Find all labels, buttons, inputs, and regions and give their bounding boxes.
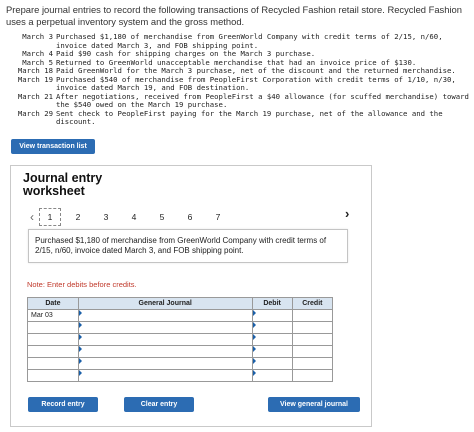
header-general-journal: General Journal [77, 297, 253, 310]
tab-6[interactable]: 6 [179, 208, 201, 226]
debit-input[interactable] [251, 357, 293, 370]
input-marker-icon [252, 322, 256, 328]
clear-entry-button[interactable]: Clear entry [124, 397, 194, 412]
transaction-text: After negotiations, received from People… [56, 91, 469, 109]
chevron-left-icon[interactable]: ‹ [25, 210, 39, 224]
debit-input[interactable] [251, 369, 293, 382]
transaction-row: March 19 Purchased $540 of merchandise f… [6, 74, 472, 93]
record-entry-button[interactable]: Record entry [28, 397, 98, 412]
account-select[interactable] [77, 357, 253, 370]
debit-input[interactable] [251, 309, 293, 322]
transaction-row: March 21 After negotiations, received fr… [6, 91, 472, 110]
tab-2[interactable]: 2 [67, 208, 89, 226]
date-cell [27, 369, 79, 382]
table-row [27, 333, 334, 346]
transaction-text: Purchased $540 of merchandise from Peopl… [56, 74, 456, 92]
table-header-row: Date General Journal Debit Credit [27, 297, 334, 310]
tab-4[interactable]: 4 [123, 208, 145, 226]
credit-input[interactable] [291, 333, 334, 346]
view-transaction-list-button[interactable]: View transaction list [11, 139, 95, 154]
chevron-right-icon[interactable]: › [345, 206, 349, 221]
transaction-date: March 19 [17, 74, 53, 84]
input-marker-icon [252, 358, 256, 364]
dropdown-marker-icon [78, 370, 82, 376]
credit-input[interactable] [291, 357, 334, 370]
table-row [27, 345, 334, 358]
account-select[interactable] [77, 321, 253, 334]
tab-7[interactable]: 7 [207, 208, 229, 226]
table-row [27, 357, 334, 370]
credit-input[interactable] [291, 321, 334, 334]
debits-note: Note: Enter debits before credits. [27, 280, 137, 289]
account-select[interactable] [77, 309, 253, 322]
worksheet-title: Journal entry worksheet [23, 171, 103, 198]
date-cell [27, 345, 79, 358]
debit-input[interactable] [251, 321, 293, 334]
transaction-row: March 29 Sent check to PeopleFirst payin… [6, 108, 472, 127]
date-cell [27, 333, 79, 346]
table-row [27, 369, 334, 382]
transaction-row: March 3 Purchased $1,180 of merchandise … [6, 32, 472, 50]
tab-1[interactable]: 1 [39, 208, 61, 226]
view-general-journal-button[interactable]: View general journal [268, 397, 360, 412]
tab-5[interactable]: 5 [151, 208, 173, 226]
credit-input[interactable] [291, 345, 334, 358]
account-select[interactable] [77, 333, 253, 346]
dropdown-marker-icon [78, 358, 82, 364]
input-marker-icon [252, 346, 256, 352]
dropdown-marker-icon [78, 310, 82, 316]
header-date: Date [27, 297, 79, 310]
dropdown-marker-icon [78, 334, 82, 340]
credit-input[interactable] [291, 309, 334, 322]
table-row: Mar 03 [27, 309, 334, 322]
date-cell [27, 321, 79, 334]
dropdown-marker-icon [78, 346, 82, 352]
debit-input[interactable] [251, 333, 293, 346]
input-marker-icon [252, 370, 256, 376]
date-cell: Mar 03 [27, 309, 79, 322]
transaction-date: March 3 [22, 32, 53, 41]
header-credit: Credit [291, 297, 334, 310]
transaction-date: March 29 [17, 108, 53, 118]
date-cell [27, 357, 79, 370]
input-marker-icon [252, 310, 256, 316]
tab-3[interactable]: 3 [95, 208, 117, 226]
transaction-text: Purchased $1,180 of merchandise from Gre… [56, 32, 443, 50]
dropdown-marker-icon [78, 322, 82, 328]
input-marker-icon [252, 334, 256, 340]
credit-input[interactable] [291, 369, 334, 382]
instructions-text: Prepare journal entries to record the fo… [6, 4, 462, 27]
transaction-text: Sent check to PeopleFirst paying for the… [56, 108, 443, 126]
header-debit: Debit [251, 297, 293, 310]
table-row [27, 321, 334, 334]
debit-input[interactable] [251, 345, 293, 358]
journal-entry-worksheet: Journal entry worksheet ‹ 1 2 3 4 5 6 7 … [10, 165, 372, 427]
transaction-description: Purchased $1,180 of merchandise from Gre… [28, 229, 348, 263]
journal-table: Date General Journal Debit Credit Mar 03 [27, 297, 334, 382]
account-select[interactable] [77, 369, 253, 382]
worksheet-tabs: ‹ 1 2 3 4 5 6 7 [25, 208, 235, 226]
account-select[interactable] [77, 345, 253, 358]
transaction-list: March 3 Purchased $1,180 of merchandise … [6, 32, 472, 127]
transaction-date: March 21 [17, 91, 53, 101]
